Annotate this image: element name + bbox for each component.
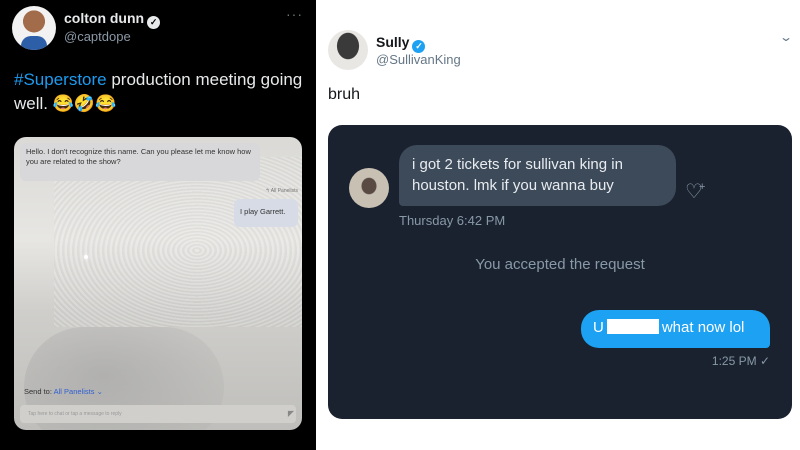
author-name[interactable]: Sully ✓ [376,34,426,53]
outgoing-message-bubble: Uwhat now lol [581,310,770,348]
outgoing-prefix: U [593,319,604,336]
tweet-emojis: 😂🤣😂 [52,94,117,113]
outgoing-suffix: what now lol [661,319,745,336]
more-horizontal-icon[interactable]: ··· [286,6,303,22]
moire-pattern [54,157,302,327]
avatar[interactable] [12,6,56,50]
light-glare [84,255,88,259]
chevron-down-icon[interactable]: ⌄ [779,30,793,44]
right-tweet-panel: Sully ✓ @SullivanKing ⌄ bruh i got 2 tick… [320,0,800,450]
incoming-message-bubble: i got 2 tickets for sullivan king in hou… [399,145,676,206]
tweet-text: #Superstore production meeting going wel… [14,68,304,116]
send-to-label: Send to: [24,387,52,396]
tweet-text: bruh [328,86,361,103]
incoming-timestamp: Thursday 6:42 PM [399,213,506,228]
author-name[interactable]: colton dunn ✓ [64,10,161,29]
outgoing-chat-bubble: I play Garrett. [234,199,298,227]
author-name-text: colton dunn [64,10,145,26]
tweet-photo[interactable]: Hello. I don't recognize this name. Can … [14,137,302,430]
recipient-tag-text: All Panelists [270,188,298,194]
recipient-tag: ↰ All Panelists [265,188,298,194]
hashtag-link[interactable]: #Superstore [14,70,107,89]
author-handle[interactable]: @SullivanKing [376,52,461,67]
chat-compose-input: Tap here to chat or tap a message to rep… [20,405,296,423]
chevron-down-icon: ⌄ [96,387,103,396]
outgoing-timestamp: 1:25 PM ✓ [711,354,770,368]
verified-badge-icon: ✓ [147,16,161,29]
avatar[interactable] [328,30,368,70]
incoming-chat-bubble: Hello. I don't recognize this name. Can … [20,143,260,181]
send-to-value: All Panelists [53,387,95,396]
author-handle[interactable]: @captdope [64,29,131,44]
redaction-bar [606,319,659,334]
send-icon: ◤ [287,409,294,418]
left-tweet-panel: colton dunn ✓ @captdope ··· #Superstore p… [0,0,316,450]
system-message: You accepted the request [475,256,645,273]
send-to-row: Send to: All Panelists ⌄ [24,387,103,396]
author-name-text: Sully [376,34,410,50]
dm-screenshot[interactable]: i got 2 tickets for sullivan king in hou… [328,125,792,419]
like-heart-icon: ♡+ [685,181,706,203]
sender-avatar [349,168,389,208]
